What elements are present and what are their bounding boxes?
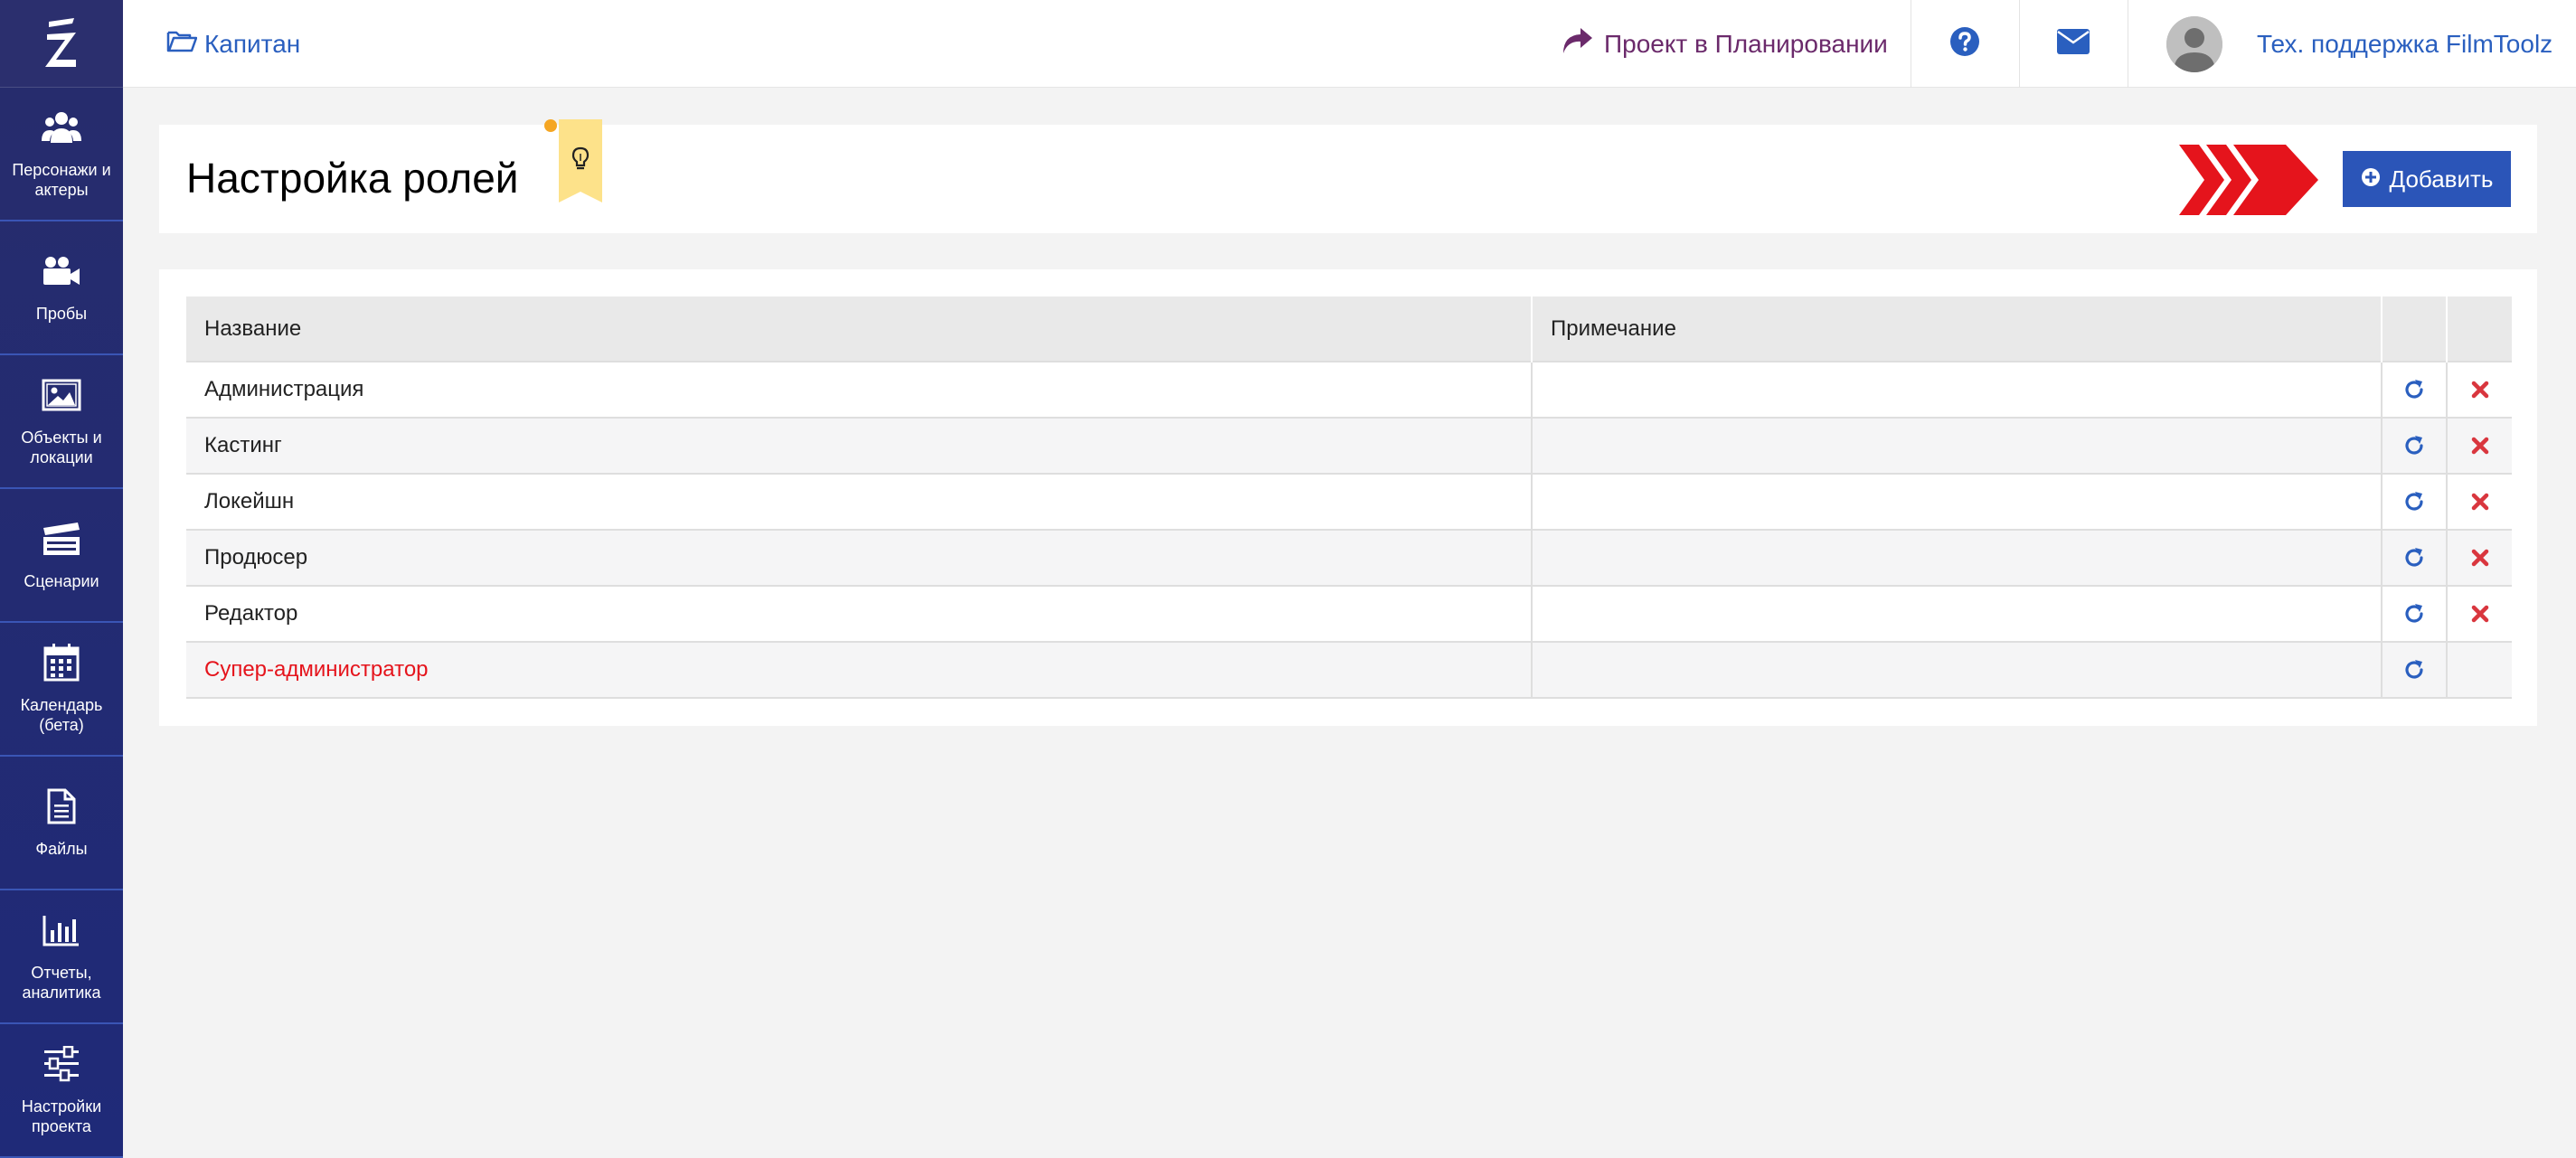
messages-button[interactable]: [2020, 0, 2127, 88]
role-name-cell[interactable]: Редактор: [186, 585, 1533, 642]
delete-cell: [2447, 417, 2512, 474]
sidebar-item-project-settings[interactable]: Настройки проекта: [0, 1024, 123, 1158]
sidebar-item-label: Объекты и локации: [21, 428, 102, 466]
refresh-icon[interactable]: [2383, 378, 2446, 401]
project-status-label: Проект в Планировании: [1604, 29, 1888, 58]
edit-cell: [2382, 585, 2448, 642]
table-row[interactable]: Продюсер: [186, 529, 2512, 586]
role-note-cell: [1532, 641, 2383, 699]
table-row[interactable]: Супер-администратор: [186, 641, 2512, 699]
sidebar-item-label: Отчеты, аналитика: [22, 964, 101, 1002]
delete-cell: [2447, 585, 2512, 642]
plus-circle-icon: [2361, 165, 2381, 193]
refresh-icon[interactable]: [2383, 490, 2446, 513]
video-camera-icon: [42, 251, 81, 291]
role-note-cell: [1532, 529, 2383, 586]
refresh-icon[interactable]: [2383, 546, 2446, 570]
sidebar: Персонажи и актеры Пробы Объекты и локац…: [0, 0, 123, 1158]
bar-chart-icon: [42, 910, 81, 950]
file-icon: [42, 786, 81, 826]
add-button-label: Добавить: [2389, 165, 2494, 193]
user-name: Тех. поддержка FilmToolz: [2257, 29, 2553, 58]
role-name-cell[interactable]: Продюсер: [186, 529, 1533, 586]
user-menu[interactable]: Тех. поддержка FilmToolz: [2166, 0, 2552, 88]
role-name-cell[interactable]: Кастинг: [186, 417, 1533, 474]
share-arrow-icon: [1561, 26, 1593, 61]
page-title: Настройка ролей: [186, 155, 519, 202]
sidebar-item-locations[interactable]: Объекты и локации: [0, 355, 123, 489]
delete-cell: [2447, 361, 2512, 418]
hint-bookmark[interactable]: [559, 119, 602, 208]
image-icon: [42, 375, 81, 415]
edit-cell: [2382, 417, 2448, 474]
breadcrumb[interactable]: Капитан: [166, 0, 300, 88]
sidebar-item-calendar[interactable]: Календарь (бета): [0, 623, 123, 757]
role-note-cell: [1532, 473, 2383, 530]
role-note-cell: [1532, 361, 2383, 418]
sidebar-item-label: Календарь (бета): [20, 696, 103, 734]
sidebar-item-label: Файлы: [35, 840, 88, 858]
envelope-icon: [2056, 28, 2090, 60]
column-header-edit: [2382, 297, 2448, 362]
delete-x-icon[interactable]: [2448, 492, 2512, 512]
column-header-name[interactable]: Название: [186, 297, 1533, 362]
folder-open-icon: [166, 29, 198, 59]
table-row[interactable]: Администрация: [186, 361, 2512, 418]
sidebar-item-characters[interactable]: Персонажи и актеры: [0, 88, 123, 221]
project-status-link[interactable]: Проект в Планировании: [1561, 0, 1888, 88]
edit-cell: [2382, 361, 2448, 418]
role-note-cell: [1532, 585, 2383, 642]
delete-cell: [2447, 641, 2512, 699]
roles-table: Название Примечание Администрация Кастинг…: [186, 297, 2512, 699]
add-role-button[interactable]: Добавить: [2343, 151, 2511, 207]
clapperboard-icon: [42, 519, 81, 559]
sidebar-item-label: Персонажи и актеры: [12, 161, 111, 199]
question-circle-icon: [1949, 26, 1980, 61]
table-row[interactable]: Кастинг: [186, 417, 2512, 474]
breadcrumb-project-name: Капитан: [204, 29, 301, 58]
table-header-row: Название Примечание: [186, 297, 2512, 362]
help-button[interactable]: [1911, 0, 2018, 88]
chevron-arrows-icon: [2179, 145, 2318, 215]
role-name-cell[interactable]: Администрация: [186, 361, 1533, 418]
table-row[interactable]: Локейшн: [186, 473, 2512, 530]
column-header-delete: [2447, 297, 2512, 362]
page-header: Настройка ролей Добавить: [159, 119, 2537, 233]
delete-x-icon[interactable]: [2448, 436, 2512, 456]
refresh-icon[interactable]: [2383, 658, 2446, 682]
table-row[interactable]: Редактор: [186, 585, 2512, 642]
edit-cell: [2382, 641, 2448, 699]
sidebar-item-label: Настройки проекта: [21, 1097, 102, 1135]
delete-cell: [2447, 473, 2512, 530]
column-header-note[interactable]: Примечание: [1532, 297, 2383, 362]
sidebar-item-label: Сценарии: [24, 572, 99, 590]
role-note-cell: [1532, 417, 2383, 474]
sidebar-item-scripts[interactable]: Сценарии: [0, 489, 123, 623]
avatar: [2166, 15, 2222, 72]
sidebar-item-files[interactable]: Файлы: [0, 757, 123, 890]
refresh-icon[interactable]: [2383, 434, 2446, 457]
notification-dot: [544, 119, 557, 132]
role-name-cell[interactable]: Локейшн: [186, 473, 1533, 530]
sidebar-item-reports[interactable]: Отчеты, аналитика: [0, 890, 123, 1024]
delete-cell: [2447, 529, 2512, 586]
delete-x-icon[interactable]: [2448, 604, 2512, 624]
edit-cell: [2382, 473, 2448, 530]
sidebar-item-screen-tests[interactable]: Пробы: [0, 221, 123, 355]
users-icon: [42, 108, 81, 147]
delete-x-icon[interactable]: [2448, 548, 2512, 568]
filmtoolz-logo-icon[interactable]: [0, 0, 123, 88]
top-bar: Капитан Проект в Планировании Тех. подде…: [123, 0, 2576, 88]
role-name-cell[interactable]: Супер-администратор: [186, 641, 1533, 699]
roles-panel: Название Примечание Администрация Кастинг…: [159, 269, 2537, 726]
sidebar-item-label: Пробы: [35, 305, 88, 323]
edit-cell: [2382, 529, 2448, 586]
refresh-icon[interactable]: [2383, 602, 2446, 626]
sliders-icon: [42, 1044, 81, 1084]
calendar-icon: [42, 643, 81, 683]
delete-x-icon[interactable]: [2448, 380, 2512, 400]
